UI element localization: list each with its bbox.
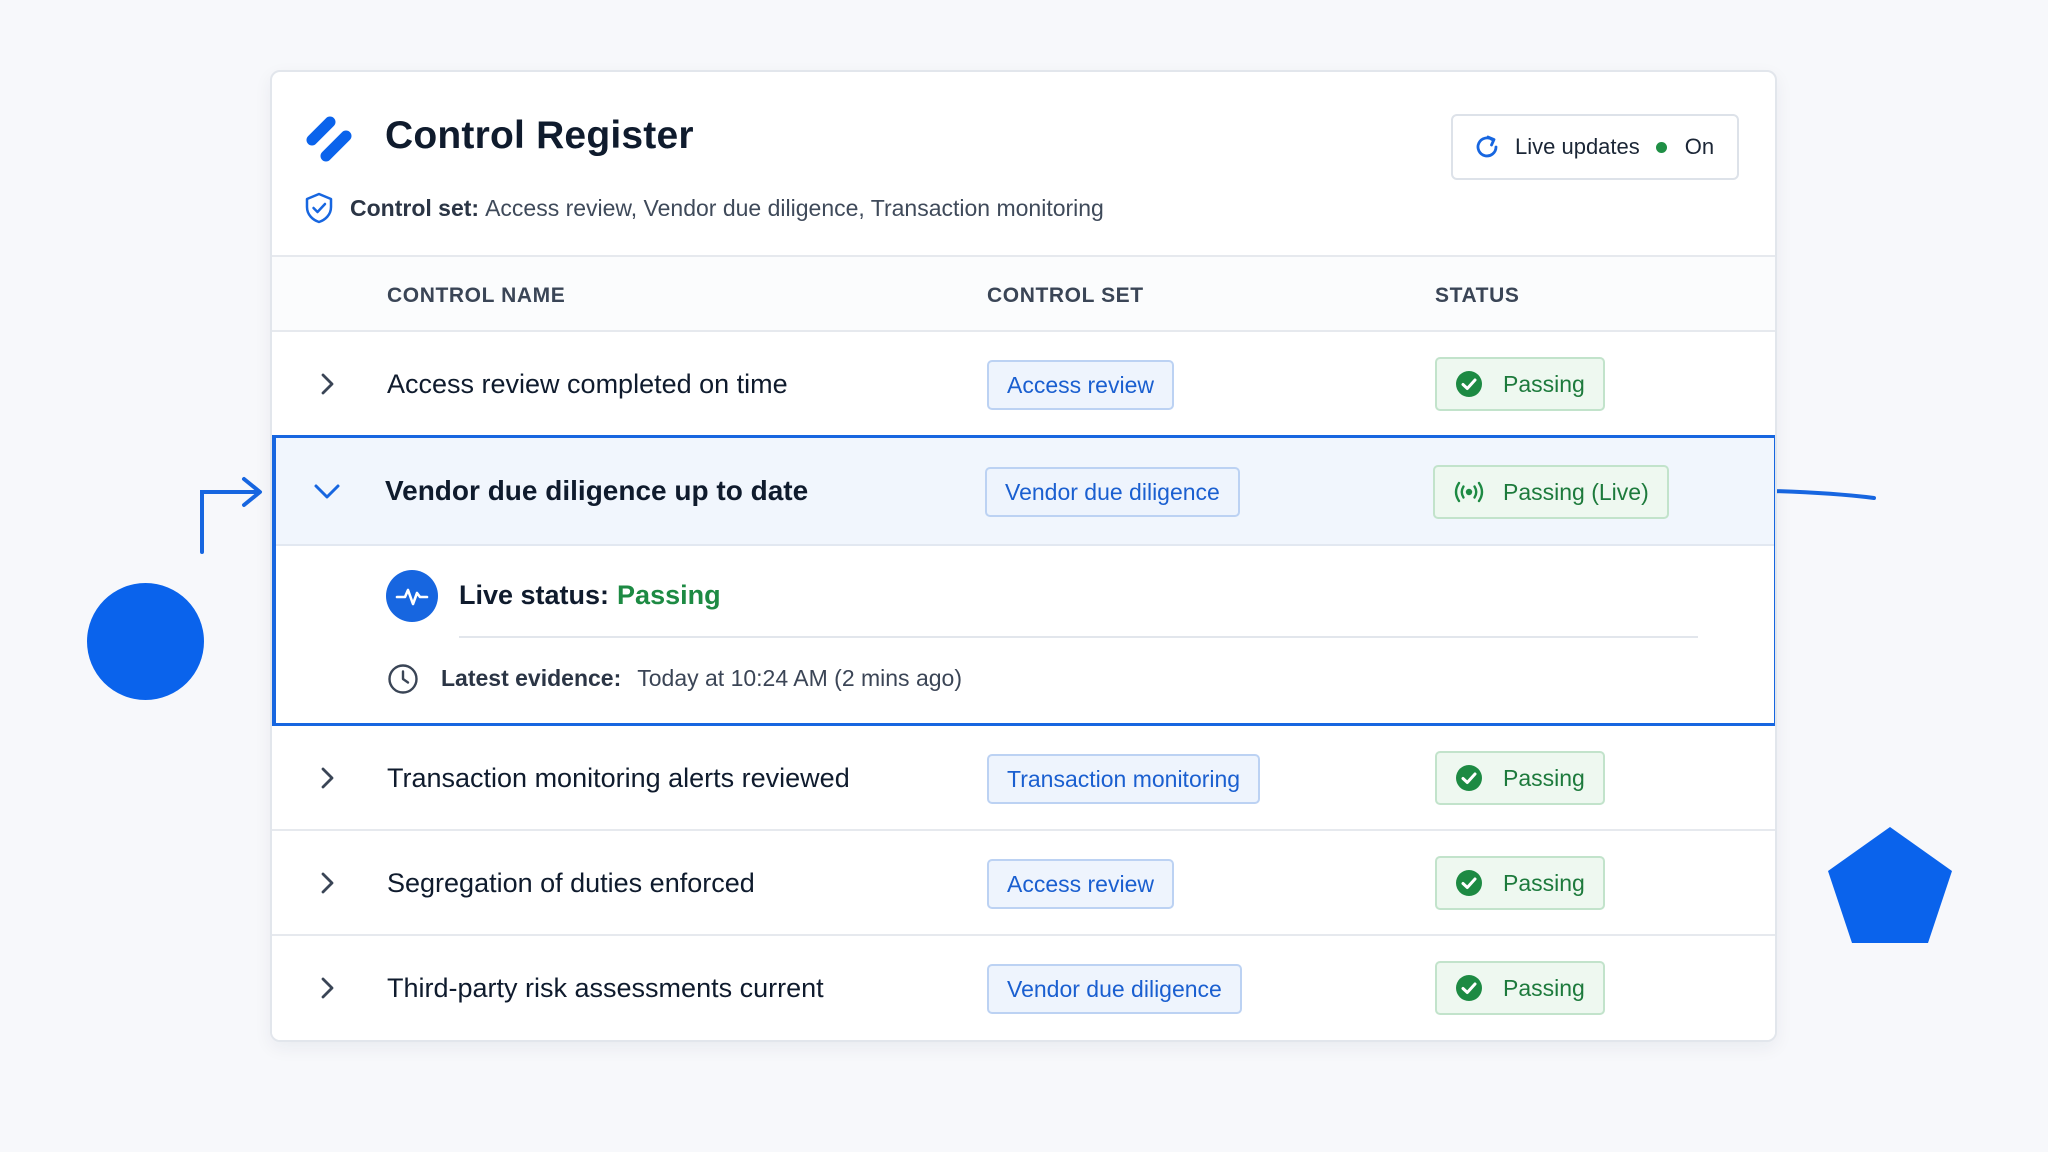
- live-updates-label: Live updates: [1515, 134, 1640, 159]
- control-name: Third-party risk assessments current: [387, 973, 824, 1003]
- check-circle-icon: [1456, 765, 1482, 791]
- table-row[interactable]: Segregation of duties enforced Access re…: [272, 831, 1775, 936]
- check-circle-icon: [1456, 870, 1482, 896]
- table-row-selected[interactable]: Vendor due diligence up to date Vendor d…: [276, 438, 1774, 546]
- live-status-value: Passing: [617, 580, 721, 610]
- shield-check-icon: [305, 192, 333, 224]
- control-name: Transaction monitoring alerts reviewed: [387, 763, 850, 793]
- live-indicator-dot: [1655, 141, 1667, 153]
- latest-evidence: Latest evidence: Today at 10:24 AM (2 min…: [441, 665, 962, 692]
- status-badge: Passing: [1435, 751, 1605, 805]
- live-updates-toggle[interactable]: Live updates On: [1451, 114, 1739, 180]
- control-set-value: Access review, Vendor due diligence, Tra…: [485, 194, 1104, 221]
- evidence-value: Today at 10:24 AM (2 mins ago): [637, 665, 962, 691]
- control-name: Vendor due diligence up to date: [385, 475, 809, 506]
- column-header-control-name: CONTROL NAME: [387, 284, 566, 307]
- clock-icon: [388, 664, 418, 694]
- chevron-right-icon[interactable]: [314, 870, 340, 896]
- chevron-right-icon[interactable]: [314, 765, 340, 791]
- decorative-pentagon: [1828, 827, 1952, 943]
- status-text: Passing (Live): [1503, 478, 1649, 505]
- broadcast-icon: [1454, 481, 1484, 503]
- decorative-circle: [87, 583, 204, 700]
- table-row[interactable]: Access review completed on time Access r…: [272, 332, 1775, 437]
- stage: Control Register Control set: Access rev…: [0, 0, 2048, 1152]
- control-set-summary: Control set: Access review, Vendor due d…: [304, 192, 1104, 224]
- control-set-tag: Transaction monitoring: [987, 754, 1261, 804]
- table-row[interactable]: Third-party risk assessments current Ven…: [272, 936, 1775, 1040]
- page-title: Control Register: [385, 114, 694, 157]
- control-set-tag: Vendor due diligence: [987, 964, 1242, 1014]
- status-text: Passing: [1503, 370, 1585, 397]
- status-text: Passing: [1503, 869, 1585, 896]
- expanded-row: Vendor due diligence up to date Vendor d…: [272, 435, 1775, 726]
- control-set-tag: Access review: [987, 859, 1174, 909]
- live-status: Live status: Passing: [459, 580, 721, 611]
- live-status-label: Live status:: [459, 580, 610, 610]
- control-set-tag: Access review: [987, 360, 1174, 410]
- row-detail-panel: Live status: Passing Latest evidence: Toda…: [276, 546, 1774, 726]
- card-header: Control Register Control set: Access rev…: [272, 72, 1775, 257]
- table-row[interactable]: Transaction monitoring alerts reviewed T…: [272, 726, 1775, 831]
- pulse-icon: [386, 570, 438, 622]
- live-updates-state: On: [1684, 134, 1715, 159]
- table-header: CONTROL NAME CONTROL SET STATUS: [272, 257, 1775, 332]
- detail-divider: [459, 636, 1698, 638]
- check-circle-icon: [1456, 975, 1482, 1001]
- status-text: Passing: [1503, 764, 1585, 791]
- app-logo-icon: [306, 116, 352, 162]
- chevron-down-icon[interactable]: [312, 480, 342, 504]
- refresh-icon: [1476, 135, 1498, 158]
- status-badge: Passing: [1435, 961, 1605, 1015]
- control-register-card: Control Register Control set: Access rev…: [270, 70, 1777, 1042]
- chevron-right-icon[interactable]: [314, 371, 340, 397]
- chevron-right-icon[interactable]: [314, 975, 340, 1001]
- evidence-label: Latest evidence:: [441, 665, 622, 691]
- control-set-label: Control set:: [350, 194, 480, 221]
- control-name: Access review completed on time: [387, 369, 788, 399]
- status-badge-live: Passing (Live): [1433, 465, 1669, 519]
- column-header-control-set: CONTROL SET: [987, 284, 1144, 307]
- annotation-arrow-left-icon: [200, 477, 262, 554]
- status-badge: Passing: [1435, 856, 1605, 910]
- check-circle-icon: [1456, 371, 1482, 397]
- control-set-tag: Vendor due diligence: [985, 467, 1240, 517]
- status-text: Passing: [1503, 974, 1585, 1001]
- status-badge: Passing: [1435, 357, 1605, 411]
- control-name: Segregation of duties enforced: [387, 868, 755, 898]
- column-header-status: STATUS: [1435, 284, 1520, 307]
